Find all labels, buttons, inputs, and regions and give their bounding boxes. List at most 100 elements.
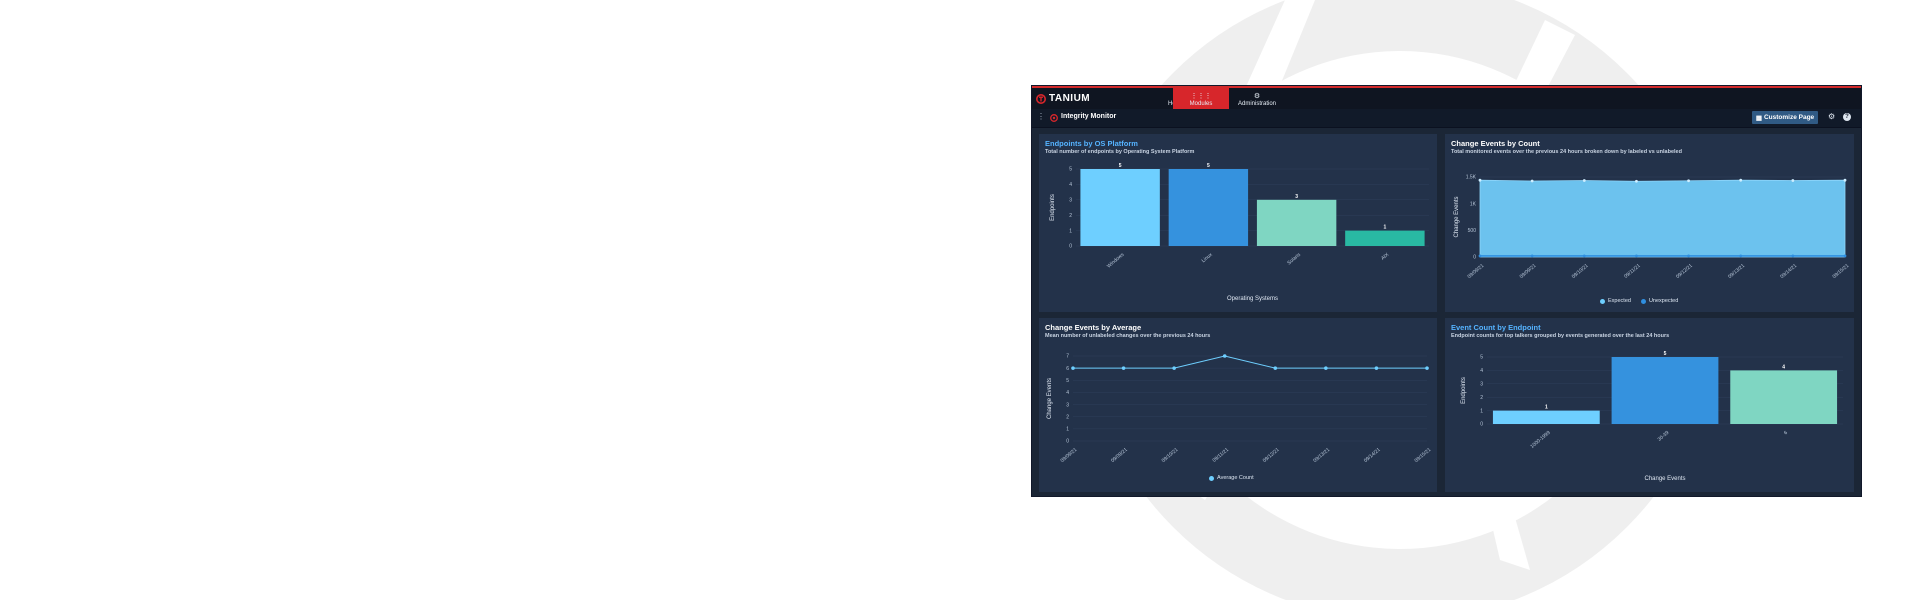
- integrity-monitor-icon: [1050, 114, 1058, 122]
- x-tick-label: 09/09/21: [1519, 263, 1538, 280]
- x-tick-label: Solaris: [1286, 252, 1302, 267]
- y-tick-label: 2: [1480, 395, 1483, 401]
- y-tick-label: 1.5K: [1466, 175, 1477, 181]
- legend-item-expected[interactable]: Expected: [1600, 298, 1631, 304]
- x-tick-label: 09/13/21: [1727, 263, 1746, 280]
- panel-change-events-by-average: Change Events by Average Mean number of …: [1039, 318, 1437, 492]
- x-tick-label: 09/10/21: [1161, 447, 1180, 464]
- nav-modules[interactable]: ⋮⋮⋮ Modules: [1173, 88, 1229, 111]
- legend-item-unexpected[interactable]: Unexpected: [1640, 298, 1678, 304]
- line-point: [1121, 366, 1126, 370]
- y-tick-label: 4: [1066, 390, 1069, 396]
- nav-administration-label: Administration: [1237, 100, 1276, 107]
- kebab-menu-icon[interactable]: ⋮: [1037, 112, 1045, 121]
- area-point-unexpected: [1478, 254, 1482, 258]
- x-tick-label: 09/15/21: [1414, 447, 1433, 464]
- y-tick-label: 1K: [1470, 201, 1477, 207]
- line-point: [1172, 366, 1176, 370]
- nav-administration[interactable]: ⚙ Administration: [1229, 88, 1285, 111]
- legend-label: Expected: [1608, 298, 1631, 304]
- panel-event-count-by-endpoint: Event Count by Endpoint Endpoint counts …: [1445, 318, 1854, 492]
- y-tick-label: 0: [1473, 255, 1476, 261]
- y-tick-label: 5: [1066, 378, 1069, 384]
- bar: [1168, 169, 1249, 246]
- y-tick-label: 4: [1480, 368, 1483, 374]
- chart-legend: Average Count: [1209, 475, 1254, 481]
- app-window: TANIUM ⌂ Home ⋮⋮⋮ Modules ⚙ Administrati…: [1032, 86, 1861, 496]
- x-tick-label: AIX: [1380, 252, 1391, 262]
- area-point-unexpected: [1687, 254, 1690, 258]
- y-tick-label: 2: [1066, 414, 1069, 420]
- bar-value-label: 5: [1119, 163, 1122, 169]
- y-tick-label: 2: [1069, 213, 1072, 219]
- line-point: [1071, 366, 1075, 370]
- x-tick-label: 09/09/21: [1060, 447, 1079, 464]
- y-tick-label: 5: [1480, 355, 1483, 361]
- y-tick-label: 3: [1480, 382, 1483, 388]
- x-tick-label: 09/13/21: [1312, 447, 1331, 464]
- legend-item-average-count[interactable]: Average Count: [1209, 475, 1254, 481]
- brand-name: TANIUM: [1049, 93, 1091, 104]
- y-axis-label: Endpoints: [1461, 377, 1467, 404]
- x-tick-label: 09/14/21: [1779, 263, 1798, 280]
- x-tick-label: 09/09/21: [1467, 263, 1486, 280]
- x-tick-label: 09/12/21: [1262, 447, 1281, 464]
- x-tick-label: 30-39: [1657, 430, 1671, 443]
- page-header-bar: ⋮ Integrity Monitor ▦ Customize Page ⚙ ?: [1032, 109, 1861, 128]
- area-point-expected: [1687, 179, 1690, 183]
- y-tick-label: 3: [1066, 402, 1069, 408]
- bar: [1492, 410, 1600, 424]
- line-point: [1273, 366, 1278, 370]
- tanium-logo-icon: [1036, 93, 1046, 104]
- y-tick-label: 0: [1069, 244, 1072, 250]
- area-point-expected: [1635, 179, 1638, 183]
- help-icon[interactable]: ?: [1843, 113, 1851, 121]
- customize-page-label: Customize Page: [1763, 114, 1815, 121]
- customize-page-button[interactable]: ▦ Customize Page: [1752, 111, 1818, 124]
- gear-icon[interactable]: ⚙: [1828, 112, 1835, 121]
- area-point-expected: [1530, 179, 1534, 183]
- os-platform-bar-chart: 0 1 2 3 4 5 Endpoints 5 Windows 5 Linux 3 Solaris 1 AI…: [1050, 163, 1429, 302]
- x-tick-label: 09/11/21: [1623, 263, 1642, 280]
- legend-dot: [1209, 475, 1214, 481]
- bar: [1611, 357, 1719, 424]
- bar-value-label: 5: [1664, 351, 1667, 357]
- line-point: [1425, 366, 1429, 370]
- area-point-expected: [1582, 179, 1586, 182]
- change-events-area-chart: 0 500 1K 1.5K Change Events 09/09/21 09/09/21 0…: [1454, 175, 1851, 280]
- x-tick-label: 09/11/21: [1212, 447, 1231, 464]
- brand-logo[interactable]: TANIUM: [1036, 93, 1090, 104]
- y-tick-label: 1: [1066, 427, 1069, 433]
- y-tick-label: 1: [1069, 228, 1072, 234]
- bar-value-label: 3: [1295, 194, 1298, 200]
- page-title: Integrity Monitor: [1061, 113, 1117, 120]
- area-point-unexpected: [1739, 254, 1743, 258]
- y-axis-label: Change Events: [1454, 196, 1460, 237]
- x-tick-label: 1000-1999: [1529, 430, 1551, 450]
- x-tick-label: 09/15/21: [1832, 263, 1851, 280]
- area-expected: [1479, 179, 1846, 258]
- x-tick-label: 09/09/21: [1110, 447, 1129, 464]
- top-navigation-bar: TANIUM ⌂ Home ⋮⋮⋮ Modules ⚙ Administrati…: [1032, 86, 1861, 111]
- y-tick-label: 6: [1066, 366, 1069, 372]
- endpoint-bar-chart: 0 1 2 3 4 5 Endpoints 1 1000-1999 5 30-39 4 6 Change …: [1461, 351, 1843, 482]
- line-point: [1374, 366, 1379, 370]
- y-tick-label: 3: [1069, 198, 1072, 204]
- area-point-unexpected: [1843, 254, 1847, 258]
- area-point-unexpected: [1791, 254, 1795, 258]
- y-tick-label: 500: [1468, 228, 1477, 234]
- x-tick-label: 6: [1783, 430, 1789, 437]
- panel-change-events-by-count: Change Events by Count Total monitored e…: [1445, 134, 1854, 312]
- customize-grid-icon: ▦: [1755, 114, 1762, 122]
- bar-value-label: 4: [1782, 364, 1785, 370]
- area-point-expected: [1739, 178, 1743, 182]
- bar-value-label: 1: [1545, 405, 1548, 411]
- x-tick-label: 09/14/21: [1363, 447, 1382, 464]
- bar: [1080, 169, 1160, 246]
- bar: [1730, 370, 1838, 424]
- gears-icon: ⚙: [1253, 92, 1261, 100]
- legend-dot: [1600, 298, 1605, 304]
- bar-value-label: 5: [1207, 163, 1210, 169]
- nav-modules-label: Modules: [1189, 100, 1213, 107]
- x-tick-label: Windows: [1106, 252, 1126, 270]
